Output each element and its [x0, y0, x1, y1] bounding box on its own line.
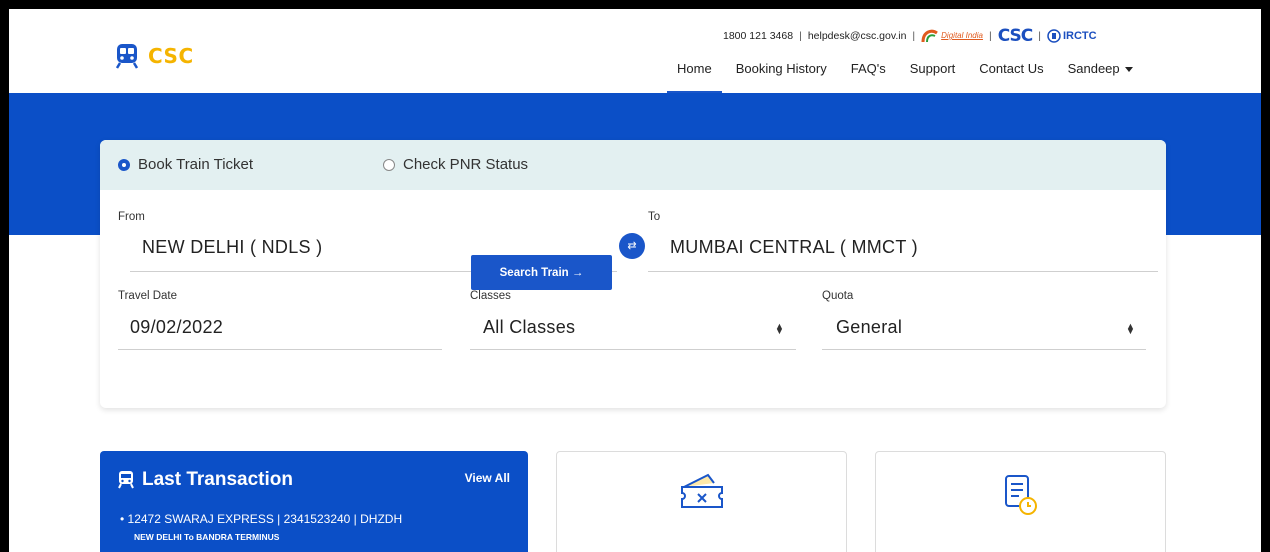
main-nav: Home Booking History FAQ's Support Conta…	[665, 59, 1145, 93]
view-all-link[interactable]: View All	[465, 471, 510, 485]
select-arrows-icon: ▲ ▼	[775, 321, 784, 336]
quota-select[interactable]: General	[836, 317, 902, 338]
history-icon	[1005, 475, 1037, 515]
contact-bar: 1800 121 3468 | helpdesk@csc.gov.in | Di…	[723, 26, 1097, 46]
from-label: From	[118, 211, 145, 223]
to-underline	[648, 271, 1158, 272]
to-station-input[interactable]: MUMBAI CENTRAL ( MMCT )	[670, 237, 918, 258]
train-icon	[118, 471, 134, 489]
digital-india-logo: Digital India	[921, 28, 983, 44]
cancel-ticket-tile[interactable]	[556, 451, 847, 552]
radio-unselected-icon	[383, 158, 395, 171]
digital-india-icon	[921, 29, 938, 43]
nav-booking-history[interactable]: Booking History	[724, 59, 839, 93]
train-icon	[115, 44, 139, 69]
radio-selected-icon	[118, 158, 130, 171]
nav-home[interactable]: Home	[665, 59, 724, 93]
nav-contact-us[interactable]: Contact Us	[967, 59, 1055, 93]
transaction-item[interactable]: • 12472 SWARAJ EXPRESS | 2341523240 | DH…	[120, 512, 402, 526]
search-card: Book Train Ticket Check PNR Status From …	[100, 140, 1166, 408]
radio-book-train-ticket[interactable]: Book Train Ticket	[118, 156, 253, 173]
search-train-button[interactable]: Search Train →	[471, 255, 612, 290]
travel-date-label: Travel Date	[118, 290, 178, 302]
helpline-number: 1800 121 3468	[723, 30, 794, 42]
swap-icon: ⇄	[627, 240, 637, 252]
irctc-icon	[1047, 29, 1061, 43]
brand-logo[interactable]: CSC	[114, 43, 194, 69]
select-arrows-icon: ▲ ▼	[1126, 321, 1135, 336]
from-station-input[interactable]: NEW DELHI ( NDLS )	[142, 237, 322, 258]
last-transaction-title: Last Transaction	[118, 469, 293, 491]
cancel-ticket-icon	[681, 473, 723, 508]
quota-label: Quota	[822, 290, 854, 302]
nav-support[interactable]: Support	[898, 59, 968, 93]
radio-check-pnr-status[interactable]: Check PNR Status	[383, 156, 528, 173]
swap-stations-button[interactable]: ⇄	[619, 233, 645, 259]
page: CSC 1800 121 3468 | helpdesk@csc.gov.in …	[9, 9, 1261, 552]
classes-select[interactable]: All Classes	[483, 317, 575, 338]
booking-history-tile[interactable]	[875, 451, 1166, 552]
user-name: Sandeep	[1067, 61, 1120, 76]
classes-underline	[470, 349, 796, 350]
csc-logo: CSC	[997, 26, 1034, 46]
irctc-logo: IRCTC	[1047, 29, 1097, 43]
classes-label: Classes	[470, 290, 511, 302]
date-underline	[118, 349, 442, 350]
chevron-down-icon	[1124, 67, 1133, 73]
last-transaction-panel: Last Transaction View All • 12472 SWARAJ…	[100, 451, 528, 552]
to-label: To	[648, 211, 661, 223]
helpdesk-email[interactable]: helpdesk@csc.gov.in	[808, 30, 907, 42]
user-menu[interactable]: Sandeep	[1056, 59, 1145, 93]
search-mode-bar: Book Train Ticket Check PNR Status	[100, 140, 1166, 190]
nav-faqs[interactable]: FAQ's	[839, 59, 898, 93]
brand-name: CSC	[148, 44, 194, 68]
quota-underline	[822, 349, 1146, 350]
transaction-route: NEW DELHI To BANDRA TERMINUS	[134, 532, 280, 542]
travel-date-input[interactable]: 09/02/2022	[130, 317, 223, 338]
